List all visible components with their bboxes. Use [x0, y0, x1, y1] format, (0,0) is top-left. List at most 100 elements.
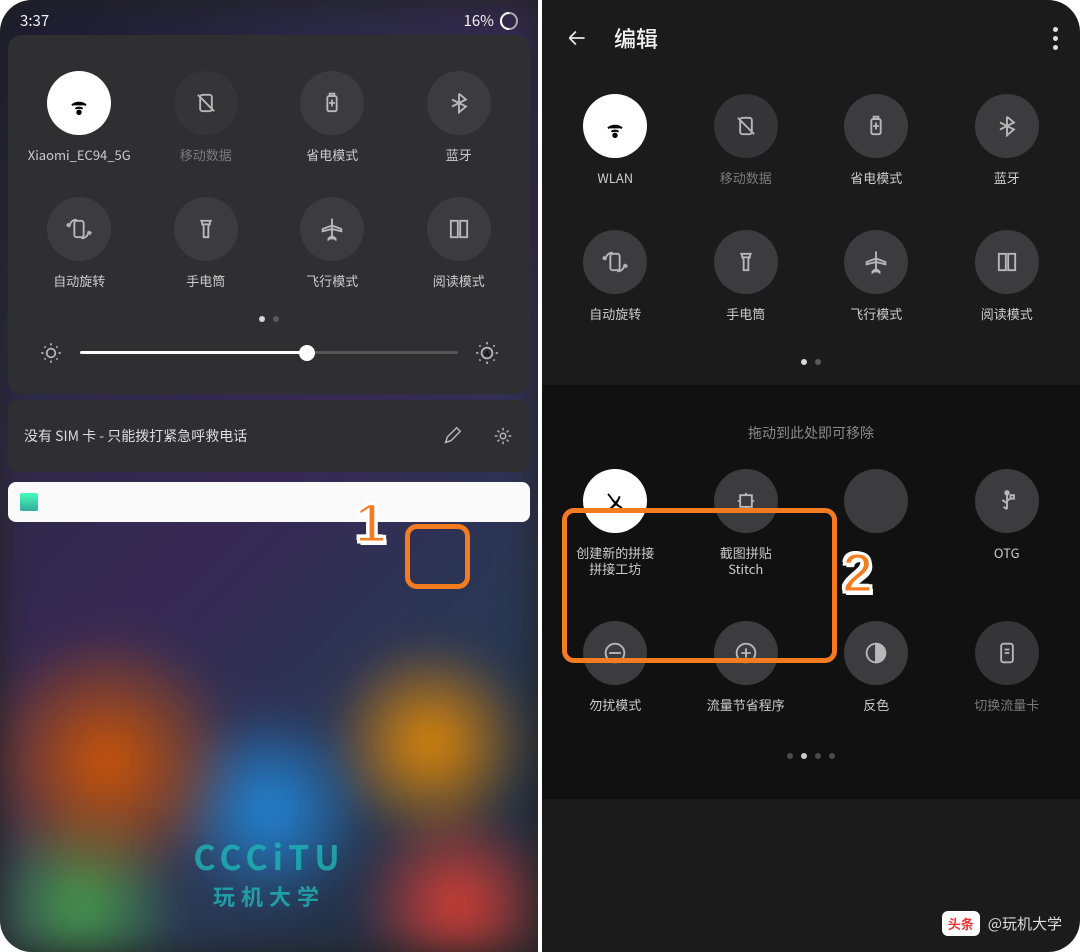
- qs-tile[interactable]: 勿扰模式: [552, 621, 679, 713]
- qs-tile[interactable]: 截图拼贴 Stitch: [683, 469, 810, 578]
- qs-tile-label: 移动数据: [180, 147, 232, 163]
- brightness-auto-icon[interactable]: [474, 340, 500, 366]
- wifi-icon[interactable]: [583, 94, 647, 158]
- qs-tile-label: 手电筒: [726, 306, 765, 322]
- qs-tile-label: 省电模式: [850, 170, 902, 186]
- qs-tile-label: 移动数据: [720, 170, 772, 186]
- flashlight-icon[interactable]: [174, 197, 238, 261]
- qs-tile[interactable]: WLAN: [552, 94, 679, 186]
- qs-tile-label: OTG: [994, 545, 1020, 561]
- qs-tile-label: 蓝牙: [446, 147, 472, 163]
- page-indicator: [18, 316, 520, 322]
- edit-title: 编辑: [614, 22, 658, 54]
- qs-tile-label: 流量节省程序: [707, 697, 785, 713]
- qs-tile[interactable]: 蓝牙: [398, 71, 521, 163]
- highlight-1: [405, 524, 470, 589]
- edit-button[interactable]: [430, 414, 474, 458]
- qs-tile-label: 自动旋转: [53, 273, 105, 289]
- qs-tile-label: 省电模式: [306, 147, 358, 163]
- bluetooth-icon[interactable]: [427, 71, 491, 135]
- notification-card[interactable]: [8, 482, 530, 522]
- sim-status-row: 没有 SIM 卡 - 只能拨打紧急呼救电话: [8, 400, 530, 472]
- qs-tile[interactable]: 飞行模式: [271, 197, 394, 289]
- airplane-icon[interactable]: [300, 197, 364, 261]
- qs-tile[interactable]: 移动数据: [145, 71, 268, 163]
- wifi-icon[interactable]: [47, 71, 111, 135]
- qs-tile-label: 蓝牙: [994, 170, 1020, 186]
- qs-tile[interactable]: 切换流量卡: [944, 621, 1071, 713]
- qs-tile[interactable]: Xiaomi_EC94_5G: [18, 71, 141, 163]
- gear-icon[interactable]: [492, 425, 514, 447]
- bluetooth-icon[interactable]: [975, 94, 1039, 158]
- brightness-low-icon: [38, 340, 64, 366]
- dnd-icon[interactable]: [583, 621, 647, 685]
- watermark-toutiao: 头条 @玩机大学: [942, 911, 1062, 936]
- rotate-icon[interactable]: [47, 197, 111, 261]
- qs-tile[interactable]: 手电筒: [145, 197, 268, 289]
- qs-tile-label: 阅读模式: [981, 306, 1033, 322]
- qs-tile[interactable]: OTG: [944, 469, 1071, 578]
- drop-hint: 拖动到此处即可移除: [552, 423, 1070, 443]
- qs-tile[interactable]: 阅读模式: [398, 197, 521, 289]
- qs-tile[interactable]: 创建新的拼接 拼接工坊: [552, 469, 679, 578]
- edit-inactive-tiles: 拖动到此处即可移除 创建新的拼接 拼接工坊 截图拼贴 Stitch OTG 勿扰模式 流…: [542, 385, 1080, 800]
- screen-quicksettings: 3:37 16% Xiaomi_EC94_5G 移动数据 省电模式 蓝牙自动旋转 手电筒…: [0, 0, 538, 952]
- status-bar: 3:37 16%: [0, 0, 538, 35]
- qs-tile[interactable]: [813, 469, 940, 578]
- page-indicator-lower: [552, 753, 1070, 759]
- invert-icon[interactable]: [844, 621, 908, 685]
- qs-tile-label: 阅读模式: [433, 273, 485, 289]
- blank-icon[interactable]: [844, 469, 908, 533]
- quick-settings-panel: Xiaomi_EC94_5G 移动数据 省电模式 蓝牙自动旋转 手电筒飞行模式 阅读模式: [8, 35, 530, 394]
- qs-tile[interactable]: 流量节省程序: [683, 621, 810, 713]
- back-arrow-icon[interactable]: [564, 25, 590, 51]
- qs-tile-label: 创建新的拼接 拼接工坊: [576, 545, 654, 578]
- no-sim-icon[interactable]: [174, 71, 238, 135]
- rotate-icon[interactable]: [583, 230, 647, 294]
- qs-tile-label: Xiaomi_EC94_5G: [28, 147, 131, 163]
- airplane-icon[interactable]: [844, 230, 908, 294]
- screen-edit: 编辑 WLAN 移动数据 省电模式 蓝牙自动旋转 手电筒 飞行模式 阅读模式 拖动到此处即可…: [542, 0, 1080, 952]
- callout-1: 1: [355, 490, 386, 555]
- battery-icon[interactable]: [300, 71, 364, 135]
- sim-status-text: 没有 SIM 卡 - 只能拨打紧急呼救电话: [24, 426, 247, 446]
- edit-active-tiles: WLAN 移动数据 省电模式 蓝牙自动旋转 手电筒 飞行模式 阅读模式: [542, 64, 1080, 365]
- read-icon[interactable]: [975, 230, 1039, 294]
- qs-tile-label: WLAN: [597, 170, 633, 186]
- qs-tile[interactable]: 飞行模式: [813, 230, 940, 322]
- qs-tile[interactable]: 自动旋转: [552, 230, 679, 322]
- overflow-menu-icon[interactable]: [1053, 27, 1058, 50]
- battery-ring-icon: [500, 12, 518, 30]
- pencil-icon: [441, 425, 463, 447]
- qs-tile-label: 勿扰模式: [589, 697, 641, 713]
- qs-tile[interactable]: 移动数据: [683, 94, 810, 186]
- qs-tile[interactable]: 省电模式: [271, 71, 394, 163]
- qs-tile[interactable]: 阅读模式: [944, 230, 1071, 322]
- qs-tile[interactable]: 反色: [813, 621, 940, 713]
- qs-tile-label: 飞行模式: [850, 306, 902, 322]
- usb-icon[interactable]: [975, 469, 1039, 533]
- status-time: 3:37: [20, 10, 49, 31]
- data-saver-icon[interactable]: [714, 621, 778, 685]
- flashlight-icon[interactable]: [714, 230, 778, 294]
- no-sim-icon[interactable]: [714, 94, 778, 158]
- qs-tile-label: 切换流量卡: [974, 697, 1039, 713]
- brightness-slider[interactable]: [80, 351, 458, 354]
- stitch-create-icon[interactable]: [583, 469, 647, 533]
- qs-tile-label: 飞行模式: [306, 273, 358, 289]
- qs-tile-label: 自动旋转: [589, 306, 641, 322]
- qs-tile[interactable]: 蓝牙: [944, 94, 1071, 186]
- notification-app-icon: [20, 493, 38, 511]
- qs-tile[interactable]: 自动旋转: [18, 197, 141, 289]
- qs-tile[interactable]: 省电模式: [813, 94, 940, 186]
- brightness-row: [18, 330, 520, 380]
- stitch-icon[interactable]: [714, 469, 778, 533]
- read-icon[interactable]: [427, 197, 491, 261]
- callout-2: 2: [842, 540, 873, 605]
- qs-tile[interactable]: 手电筒: [683, 230, 810, 322]
- qs-tile-label: 截图拼贴 Stitch: [720, 545, 772, 578]
- sim-switch-icon[interactable]: [975, 621, 1039, 685]
- edit-header: 编辑: [542, 0, 1080, 64]
- battery-icon[interactable]: [844, 94, 908, 158]
- watermark-left: CCCiTU 玩机大学: [193, 831, 344, 912]
